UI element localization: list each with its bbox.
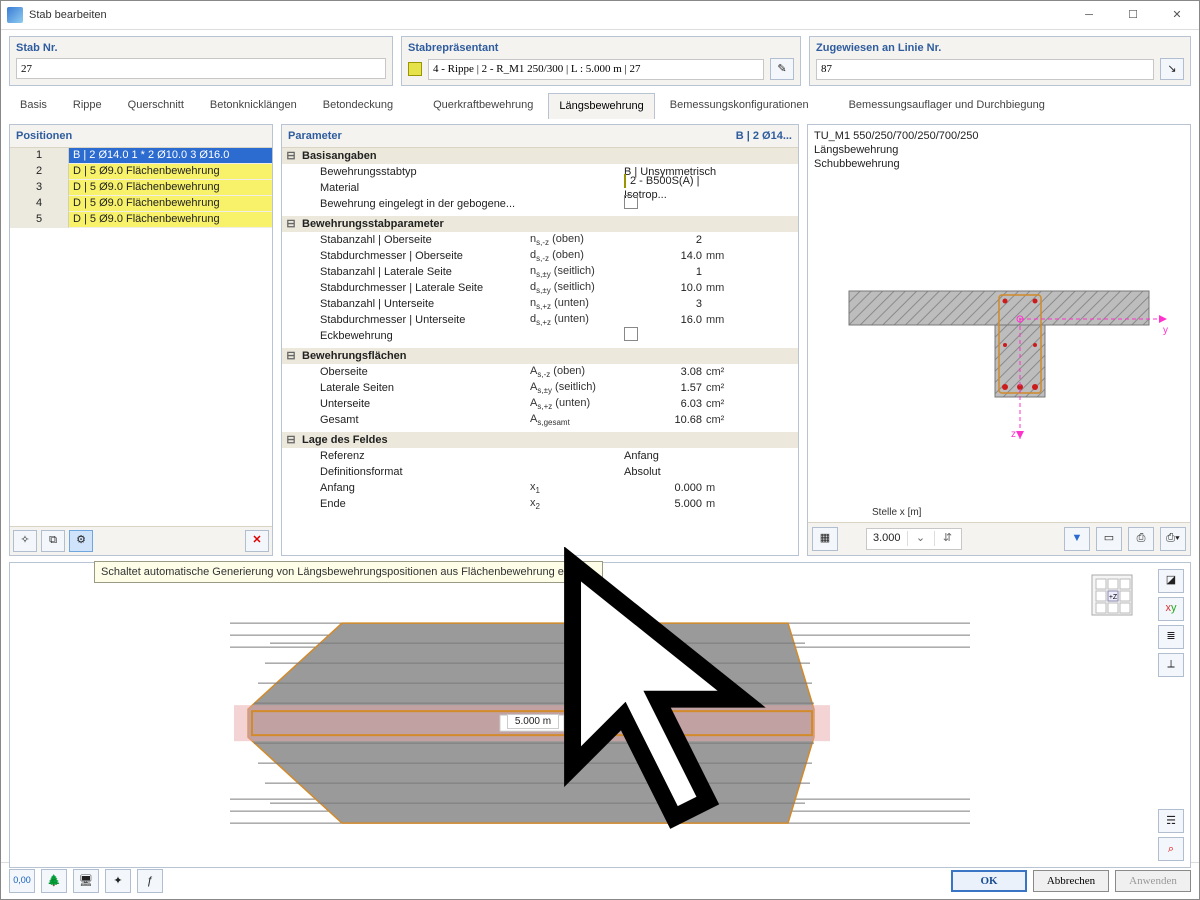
view-iso-button[interactable]: ◪ bbox=[1158, 569, 1184, 593]
tab-rippe[interactable]: Rippe bbox=[62, 92, 113, 117]
tab-bemessungsauflager und durchbiegung[interactable]: Bemessungsauflager und Durchbiegung bbox=[838, 92, 1056, 117]
view-section-button[interactable]: ⟂ bbox=[1158, 653, 1184, 677]
tab-basis[interactable]: Basis bbox=[9, 92, 58, 117]
minimize-button[interactable]: ─ bbox=[1067, 1, 1111, 29]
titlebar: Stab bearbeiten ─ ☐ ✕ bbox=[1, 1, 1199, 30]
positions-header: Positionen bbox=[16, 129, 72, 143]
tree-button[interactable]: 🌲 bbox=[41, 869, 67, 893]
ok-button[interactable]: OK bbox=[951, 870, 1027, 892]
app-icon bbox=[7, 7, 23, 23]
assign-input[interactable] bbox=[816, 59, 1154, 80]
param-row[interactable]: Bewehrung eingelegt in der gebogene... bbox=[282, 196, 798, 212]
stab-nr-input[interactable] bbox=[16, 58, 386, 79]
param-row[interactable]: DefinitionsformatAbsolut bbox=[282, 464, 798, 480]
parameter-header-right: B | 2 Ø14... bbox=[736, 129, 792, 143]
maximize-button[interactable]: ☐ bbox=[1111, 1, 1155, 29]
preview-section-button[interactable]: ▦ bbox=[812, 527, 838, 551]
assign-box: Zugewiesen an Linie Nr. ↘ bbox=[809, 36, 1191, 86]
position-row[interactable]: 4D | 5 Ø9.0 Flächenbewehrung bbox=[10, 196, 272, 212]
cancel-button[interactable]: Abbrechen bbox=[1033, 870, 1109, 892]
stelle-label: Stelle x [m] bbox=[872, 506, 921, 519]
tooltip: Schaltet automatische Generierung von Lä… bbox=[94, 561, 603, 583]
stab-nr-label: Stab Nr. bbox=[10, 37, 392, 55]
view-list-button[interactable]: ☴ bbox=[1158, 809, 1184, 833]
tab-querkraftbewehrung[interactable]: Querkraftbewehrung bbox=[422, 92, 544, 117]
param-row[interactable]: GesamtAs,gesamt10.68cm² bbox=[282, 412, 798, 428]
preview-title-1: TU_M1 550/250/700/250/700/250 bbox=[814, 129, 1184, 143]
tab-betondeckung[interactable]: Betondeckung bbox=[312, 92, 404, 117]
param-row[interactable]: Stabdurchmesser | Laterale Seiteds,±y (s… bbox=[282, 280, 798, 296]
tab-querschnitt[interactable]: Querschnitt bbox=[117, 92, 195, 117]
view-layers-button[interactable]: ≣ bbox=[1158, 625, 1184, 649]
svg-text:z: z bbox=[1011, 429, 1016, 440]
pos-new-button[interactable]: ✧ bbox=[13, 530, 37, 552]
param-row[interactable]: Anfangx10.000m bbox=[282, 480, 798, 496]
wizard-button[interactable]: ✦ bbox=[105, 869, 131, 893]
color-chip-icon bbox=[408, 62, 422, 76]
window-title: Stab bearbeiten bbox=[29, 8, 1067, 22]
repr-edit-button[interactable]: ✎ bbox=[770, 58, 794, 80]
param-row[interactable]: ReferenzAnfang bbox=[282, 448, 798, 464]
preview-scale-button[interactable]: ▭ bbox=[1096, 527, 1122, 551]
preview-more-button[interactable]: ⎙▾ bbox=[1160, 527, 1186, 551]
stab-nr-box: Stab Nr. bbox=[9, 36, 393, 86]
param-row[interactable]: OberseiteAs,-z (oben)3.08cm² bbox=[282, 364, 798, 380]
longitudinal-preview[interactable]: Schaltet automatische Generierung von Lä… bbox=[9, 562, 1191, 868]
param-row[interactable]: Stabanzahl | Laterale Seitens,±y (seitli… bbox=[282, 264, 798, 280]
parameter-panel: Parameter B | 2 Ø14... ⊟BasisangabenBewe… bbox=[281, 124, 799, 556]
preview-title-2: Längsbewehrung bbox=[814, 143, 1184, 157]
parameter-grid[interactable]: ⊟BasisangabenBewehrungsstabtypB | Unsymm… bbox=[282, 148, 798, 555]
monitor-button[interactable]: 🖥 bbox=[73, 869, 99, 893]
parameter-header: Parameter bbox=[288, 129, 342, 143]
position-row[interactable]: 3D | 5 Ø9.0 Flächenbewehrung bbox=[10, 180, 272, 196]
tab-bemessungskonfigurationen[interactable]: Bemessungskonfigurationen bbox=[659, 92, 820, 117]
param-group-header[interactable]: ⊟Bewehrungsstabparameter bbox=[282, 216, 798, 232]
view-axes-button[interactable]: xy bbox=[1158, 597, 1184, 621]
pos-delete-button[interactable]: ✕ bbox=[245, 530, 269, 552]
param-row[interactable]: UnterseiteAs,+z (unten)6.03cm² bbox=[282, 396, 798, 412]
script-button[interactable]: ƒ bbox=[137, 869, 163, 893]
param-group-header[interactable]: ⊟Lage des Feldes bbox=[282, 432, 798, 448]
svg-text:+Z: +Z bbox=[1109, 594, 1118, 601]
position-row[interactable]: 1B | 2 Ø14.0 1 * 2 Ø10.0 3 Ø16.0 bbox=[10, 148, 272, 164]
tab-längsbewehrung[interactable]: Längsbewehrung bbox=[548, 93, 654, 118]
positions-panel: Positionen 1B | 2 Ø14.0 1 * 2 Ø10.0 3 Ø1… bbox=[9, 124, 273, 556]
param-row[interactable]: Stabdurchmesser | Oberseiteds,-z (oben)1… bbox=[282, 248, 798, 264]
tab-bar: BasisRippeQuerschnittBetonknicklängenBet… bbox=[1, 92, 1199, 117]
param-group-header[interactable]: ⊟Basisangaben bbox=[282, 148, 798, 164]
position-row[interactable]: 2D | 5 Ø9.0 Flächenbewehrung bbox=[10, 164, 272, 180]
param-row[interactable]: Stabdurchmesser | Unterseiteds,+z (unten… bbox=[282, 312, 798, 328]
param-row[interactable]: Stabanzahl | Oberseitens,-z (oben)2 bbox=[282, 232, 798, 248]
param-row[interactable]: Laterale SeitenAs,±y (seitlich)1.57cm² bbox=[282, 380, 798, 396]
length-label: 5.000 m bbox=[507, 714, 559, 729]
preview-title-block: TU_M1 550/250/700/250/700/250 Längsbeweh… bbox=[808, 125, 1190, 176]
stelle-input[interactable]: 3.000⌄⇵ bbox=[866, 528, 962, 550]
units-button[interactable]: 0,00 bbox=[9, 869, 35, 893]
repr-input[interactable] bbox=[428, 59, 764, 80]
pos-copy-button[interactable]: ⧉ bbox=[41, 530, 65, 552]
close-button[interactable]: ✕ bbox=[1155, 1, 1199, 29]
svg-text:y: y bbox=[1163, 325, 1168, 336]
assign-pick-button[interactable]: ↘ bbox=[1160, 58, 1184, 80]
view-cube[interactable]: +Z bbox=[1090, 573, 1134, 617]
preview-filter-button[interactable]: ▼ bbox=[1064, 527, 1090, 551]
assign-label: Zugewiesen an Linie Nr. bbox=[810, 37, 1190, 55]
positions-table[interactable]: 1B | 2 Ø14.0 1 * 2 Ø10.0 3 Ø16.02D | 5 Ø… bbox=[10, 148, 272, 526]
param-row[interactable]: Material2 - B500S(A) | Isotrop... bbox=[282, 180, 798, 196]
view-zoom-button[interactable]: ⌕ bbox=[1158, 837, 1184, 861]
preview-print-button[interactable]: ⎙ bbox=[1128, 527, 1154, 551]
tab-betonknicklängen[interactable]: Betonknicklängen bbox=[199, 92, 308, 117]
position-row[interactable]: 5D | 5 Ø9.0 Flächenbewehrung bbox=[10, 212, 272, 228]
repr-label: Stabrepräsentant bbox=[402, 37, 800, 55]
preview-title-3: Schubbewehrung bbox=[814, 157, 1184, 171]
section-preview[interactable]: y z bbox=[808, 175, 1190, 505]
preview-panel: TU_M1 550/250/700/250/700/250 Längsbeweh… bbox=[807, 124, 1191, 556]
pos-autogen-button[interactable]: ⚙ bbox=[69, 530, 93, 552]
param-row[interactable]: Stabanzahl | Unterseitens,+z (unten)3 bbox=[282, 296, 798, 312]
apply-button[interactable]: Anwenden bbox=[1115, 870, 1191, 892]
param-group-header[interactable]: ⊟Bewehrungsflächen bbox=[282, 348, 798, 364]
repr-box: Stabrepräsentant ✎ bbox=[401, 36, 801, 86]
param-row[interactable]: Eckbewehrung bbox=[282, 328, 798, 344]
param-row[interactable]: Endex25.000m bbox=[282, 496, 798, 512]
